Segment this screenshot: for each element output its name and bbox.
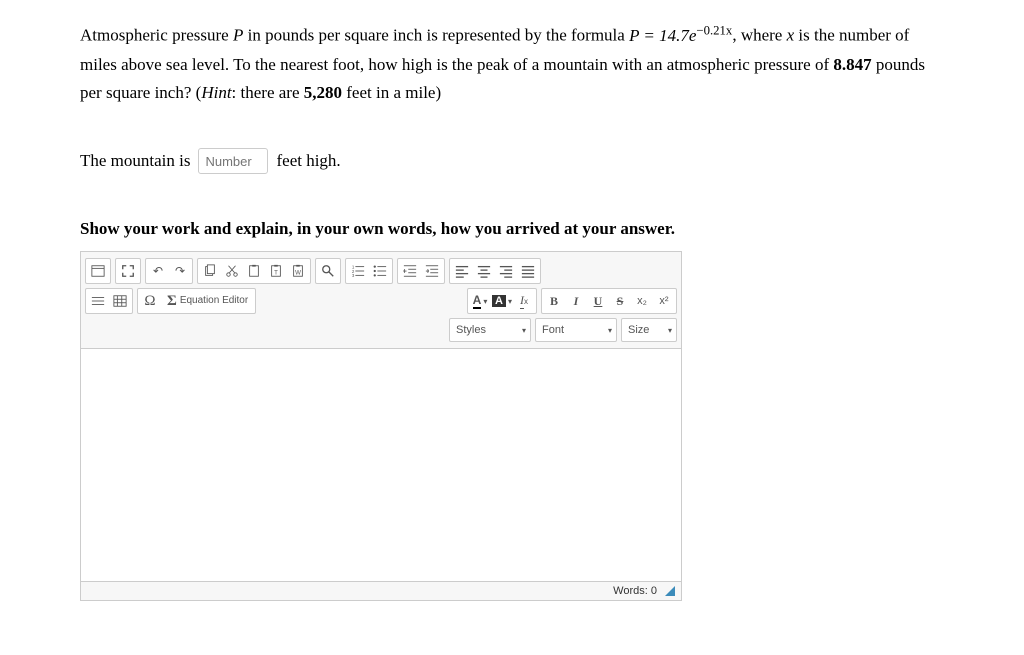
answer-prefix: The mountain is	[80, 151, 190, 171]
svg-text:T: T	[274, 270, 278, 277]
strike-button[interactable]: S	[609, 290, 631, 312]
chevron-down-icon: ▾	[522, 326, 526, 335]
question-text: Atmospheric pressure P in pounds per squ…	[80, 20, 944, 108]
show-work-prompt: Show your work and explain, in your own …	[80, 219, 944, 239]
chevron-down-icon: ▾	[608, 326, 612, 335]
undo-button[interactable]: ↶	[147, 260, 169, 282]
superscript-button[interactable]: x²	[653, 290, 675, 312]
size-dropdown[interactable]: Size▾	[621, 318, 677, 342]
text-color-button[interactable]: A▾	[469, 290, 491, 312]
svg-text:3: 3	[352, 273, 355, 278]
paste-word-button[interactable]: W	[287, 260, 309, 282]
word-count: Words: 0	[613, 585, 657, 597]
indent-button[interactable]	[421, 260, 443, 282]
chevron-down-icon: ▾	[483, 297, 487, 306]
chevron-down-icon: ▾	[508, 297, 512, 306]
cut-button[interactable]	[221, 260, 243, 282]
editor-toolbar: ↶ ↷ T W 123	[81, 252, 681, 349]
editor-textarea[interactable]	[81, 349, 681, 581]
paste-text-button[interactable]: T	[265, 260, 287, 282]
answer-suffix: feet high.	[276, 151, 340, 171]
bullet-list-button[interactable]	[369, 260, 391, 282]
special-char-button[interactable]: Ω	[139, 290, 161, 312]
find-button[interactable]	[317, 260, 339, 282]
subscript-button[interactable]: x₂	[631, 290, 653, 312]
font-dropdown[interactable]: Font▾	[535, 318, 617, 342]
underline-button[interactable]: U	[587, 290, 609, 312]
equation-editor-button[interactable]: ΣEquation Editor	[161, 290, 254, 312]
align-right-button[interactable]	[495, 260, 517, 282]
align-center-button[interactable]	[473, 260, 495, 282]
feet-per-mile: 5,280	[304, 83, 342, 102]
resize-handle[interactable]	[665, 586, 675, 596]
align-justify-button[interactable]	[517, 260, 539, 282]
paste-button[interactable]	[243, 260, 265, 282]
editor-footer: Words: 0	[81, 581, 681, 600]
table-button[interactable]	[109, 290, 131, 312]
italic-button[interactable]: I	[565, 290, 587, 312]
variable-x: x	[787, 26, 795, 45]
answer-input[interactable]	[198, 148, 268, 174]
numbered-list-button[interactable]: 123	[347, 260, 369, 282]
hint-label: Hint	[201, 83, 231, 102]
formula: P = 14.7e−0.21x	[629, 26, 732, 45]
bg-color-button[interactable]: A▾	[491, 290, 513, 312]
sigma-icon: Σ	[167, 293, 177, 310]
pressure-value: 8.847	[833, 55, 871, 74]
align-left-button[interactable]	[451, 260, 473, 282]
redo-button[interactable]: ↷	[169, 260, 191, 282]
outdent-button[interactable]	[399, 260, 421, 282]
remove-format-button[interactable]: Ix	[513, 290, 535, 312]
maximize-button[interactable]	[117, 260, 139, 282]
rich-text-editor: ↶ ↷ T W 123	[80, 251, 682, 601]
chevron-down-icon: ▾	[668, 326, 672, 335]
answer-line: The mountain is feet high.	[80, 148, 944, 174]
bold-button[interactable]: B	[543, 290, 565, 312]
svg-text:W: W	[295, 270, 301, 277]
line-button[interactable]	[87, 290, 109, 312]
variable-P: P	[233, 26, 243, 45]
styles-dropdown[interactable]: Styles▾	[449, 318, 531, 342]
copy-button[interactable]	[199, 260, 221, 282]
source-button[interactable]	[87, 260, 109, 282]
